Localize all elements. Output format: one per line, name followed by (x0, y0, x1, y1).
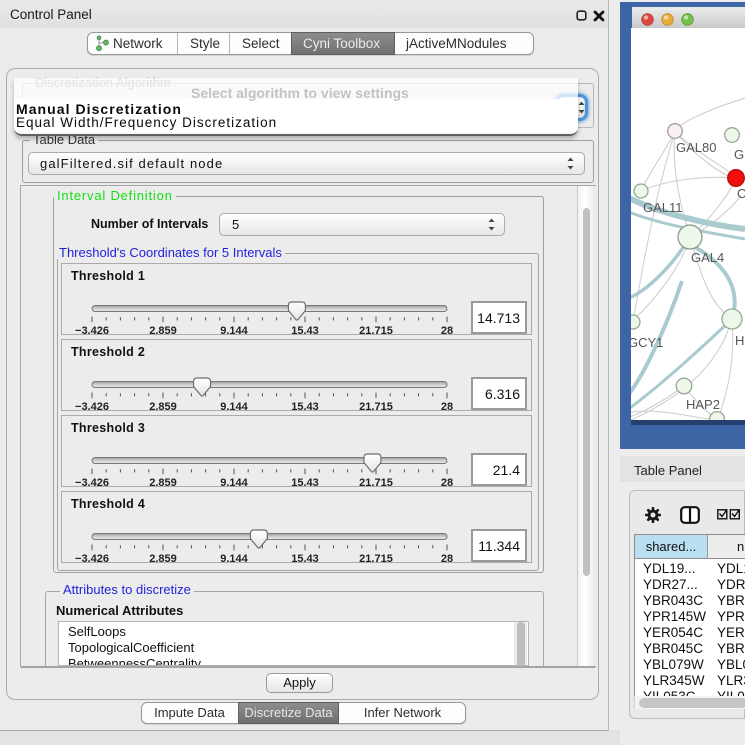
svg-text:2.859: 2.859 (149, 477, 177, 488)
svg-text:21.715: 21.715 (359, 401, 393, 412)
svg-text:9.144: 9.144 (220, 477, 248, 488)
svg-text:GCY1: GCY1 (631, 335, 663, 350)
svg-text:28: 28 (441, 553, 453, 564)
svg-text:GAL4: GAL4 (691, 250, 724, 265)
svg-text:−3.426: −3.426 (75, 553, 109, 564)
svg-text:9.144: 9.144 (220, 401, 248, 412)
svg-text:28: 28 (441, 325, 453, 336)
svg-text:GAL80: GAL80 (676, 140, 716, 155)
svg-text:15.43: 15.43 (291, 553, 319, 564)
svg-text:28: 28 (441, 401, 453, 412)
svg-text:H: H (735, 333, 744, 348)
svg-text:21.715: 21.715 (359, 553, 393, 564)
svg-text:G: G (734, 147, 744, 162)
svg-text:−3.426: −3.426 (75, 401, 109, 412)
svg-text:2.859: 2.859 (149, 325, 177, 336)
svg-text:2.859: 2.859 (149, 553, 177, 564)
svg-text:15.43: 15.43 (291, 401, 319, 412)
svg-text:9.144: 9.144 (220, 553, 248, 564)
svg-text:−3.426: −3.426 (75, 325, 109, 336)
svg-text:21.715: 21.715 (359, 325, 393, 336)
svg-text:28: 28 (441, 477, 453, 488)
svg-text:−3.426: −3.426 (75, 477, 109, 488)
svg-text:9.144: 9.144 (220, 325, 248, 336)
svg-text:15.43: 15.43 (291, 477, 319, 488)
svg-text:HAP2: HAP2 (686, 397, 720, 412)
svg-text:GAL11: GAL11 (643, 200, 683, 215)
svg-text:21.715: 21.715 (359, 477, 393, 488)
svg-text:C: C (737, 186, 745, 201)
svg-text:2.859: 2.859 (149, 401, 177, 412)
svg-text:15.43: 15.43 (291, 325, 319, 336)
